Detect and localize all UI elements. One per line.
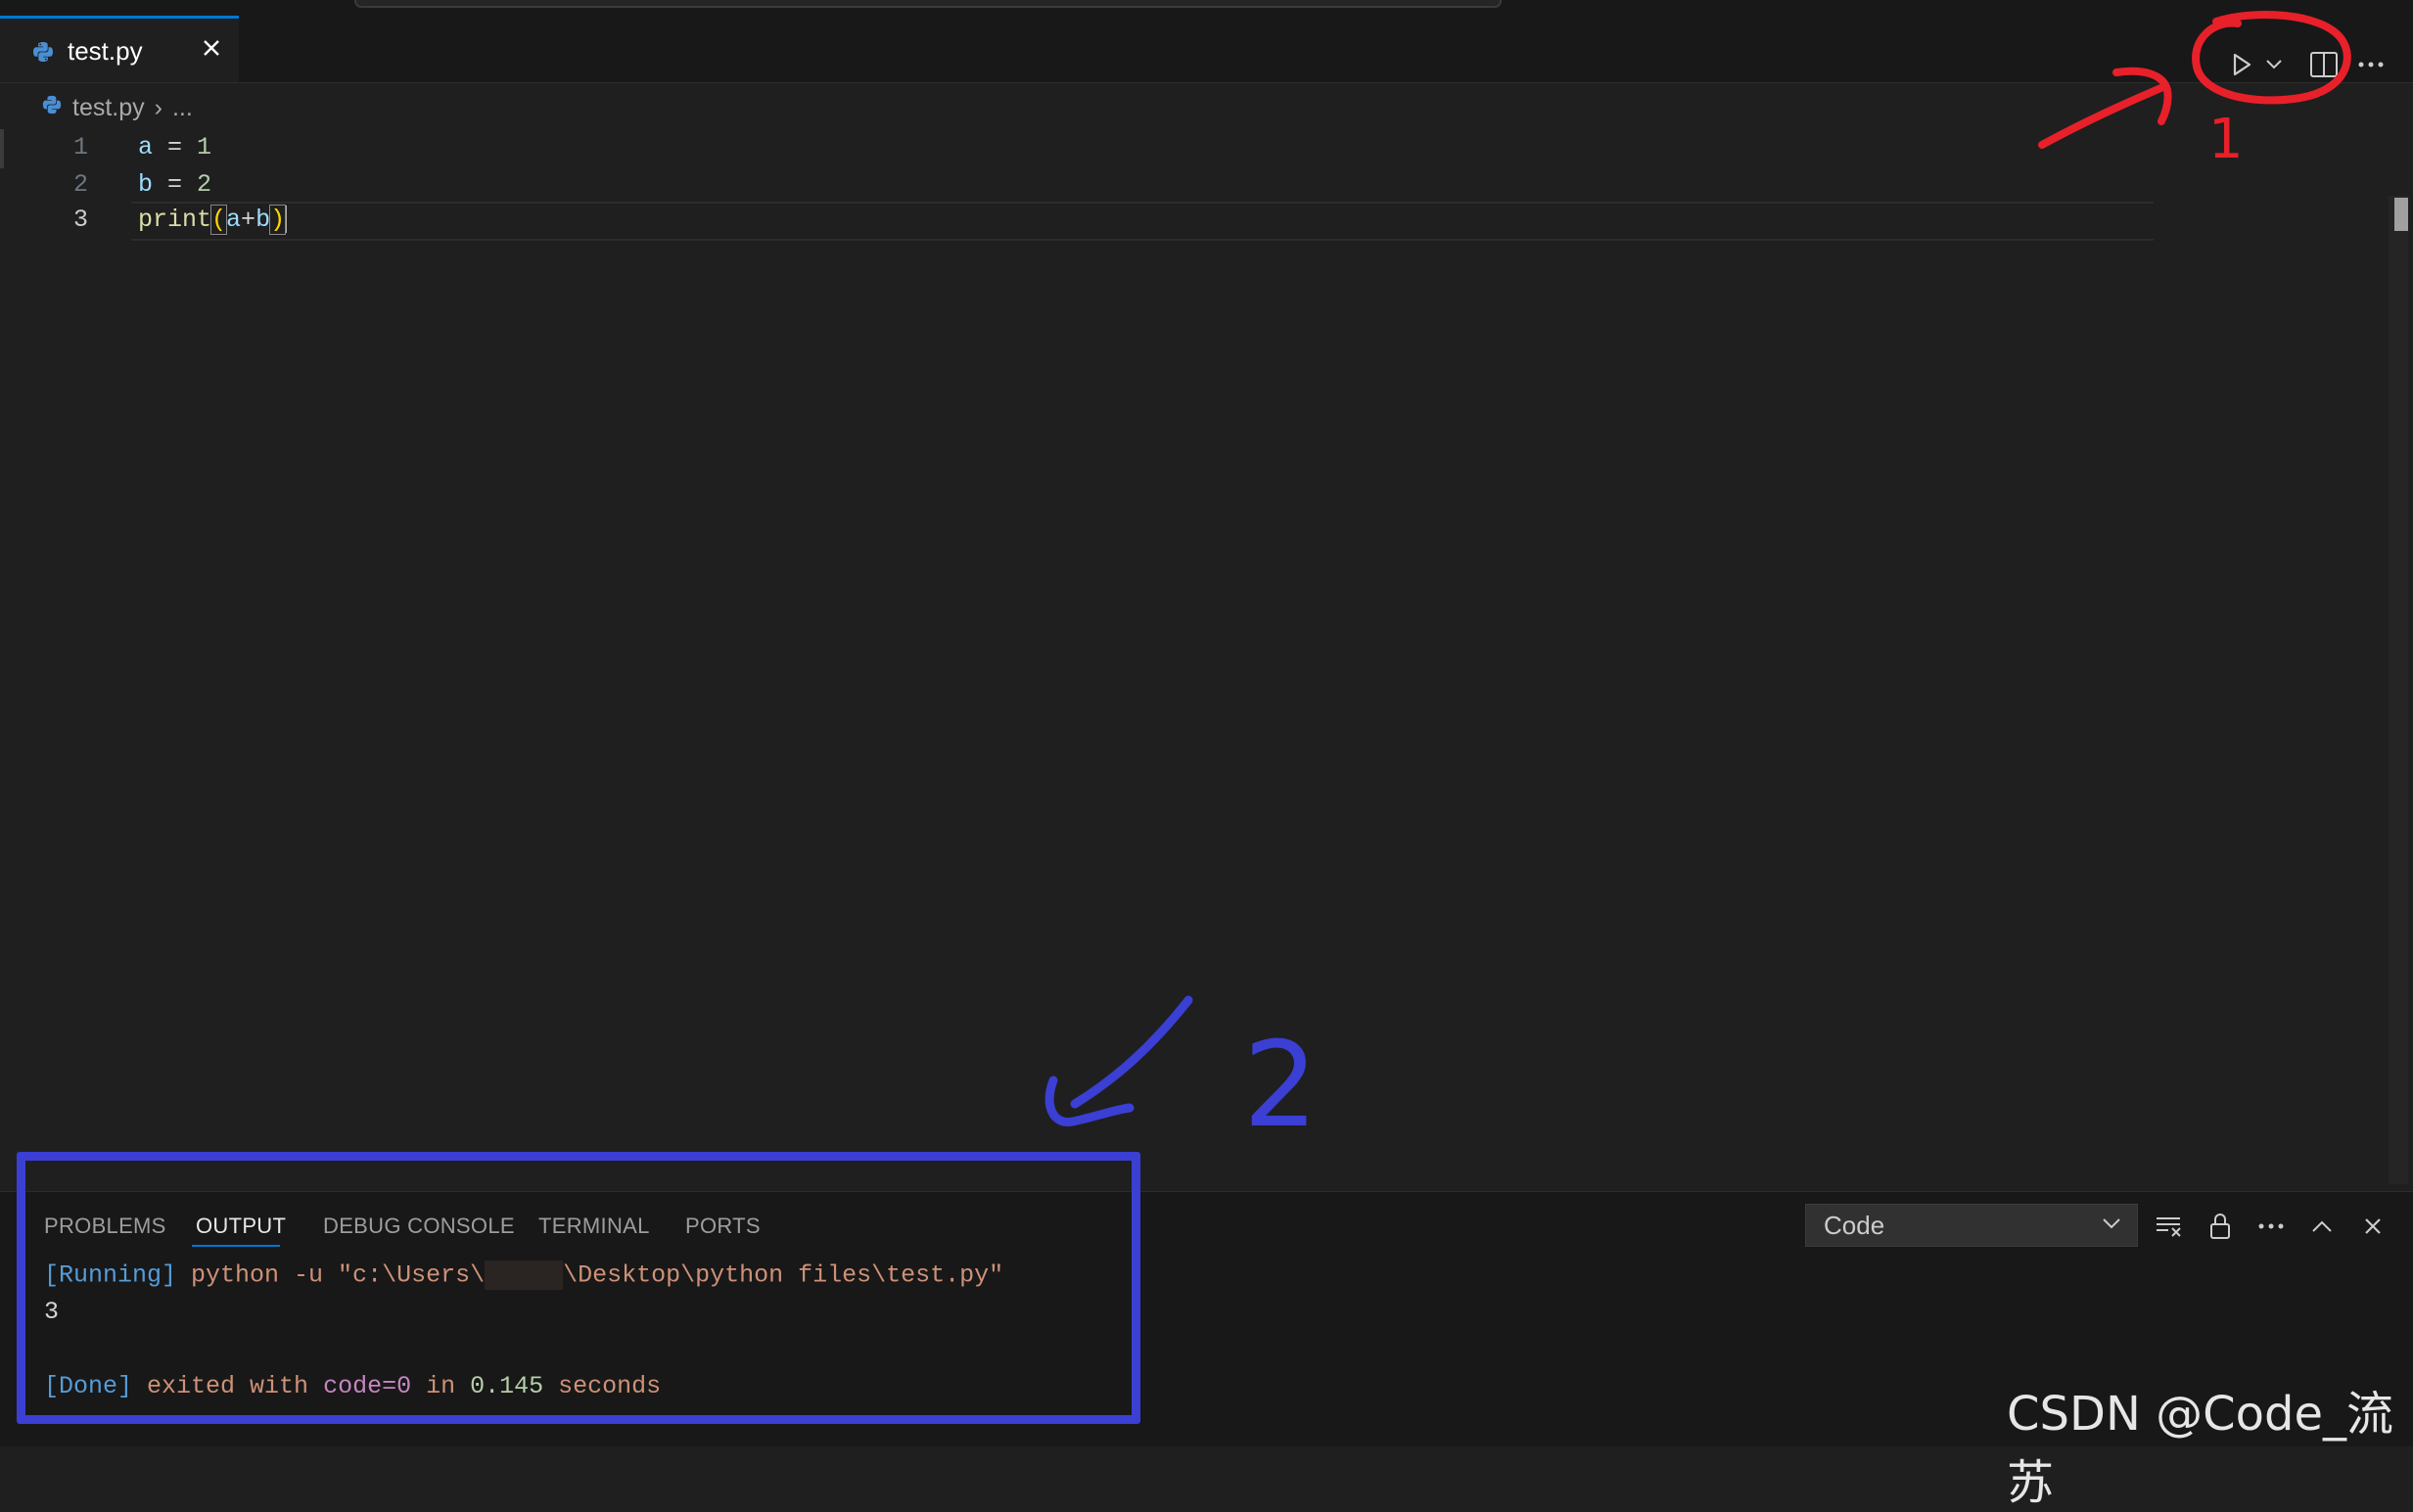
red-arrow-shaft: [2038, 82, 2169, 149]
blue-arrow-shaft: [1070, 995, 1193, 1109]
red-circle-annotation: [2192, 11, 2351, 105]
watermark: CSDN @Code_流苏: [2007, 1387, 2393, 1510]
annotation-label-2: 2: [1243, 1018, 1319, 1154]
blue-box-annotation: [17, 1152, 1140, 1424]
blue-arrow-head: [1044, 1076, 1135, 1126]
annotation-label-1: 1: [2208, 108, 2244, 171]
